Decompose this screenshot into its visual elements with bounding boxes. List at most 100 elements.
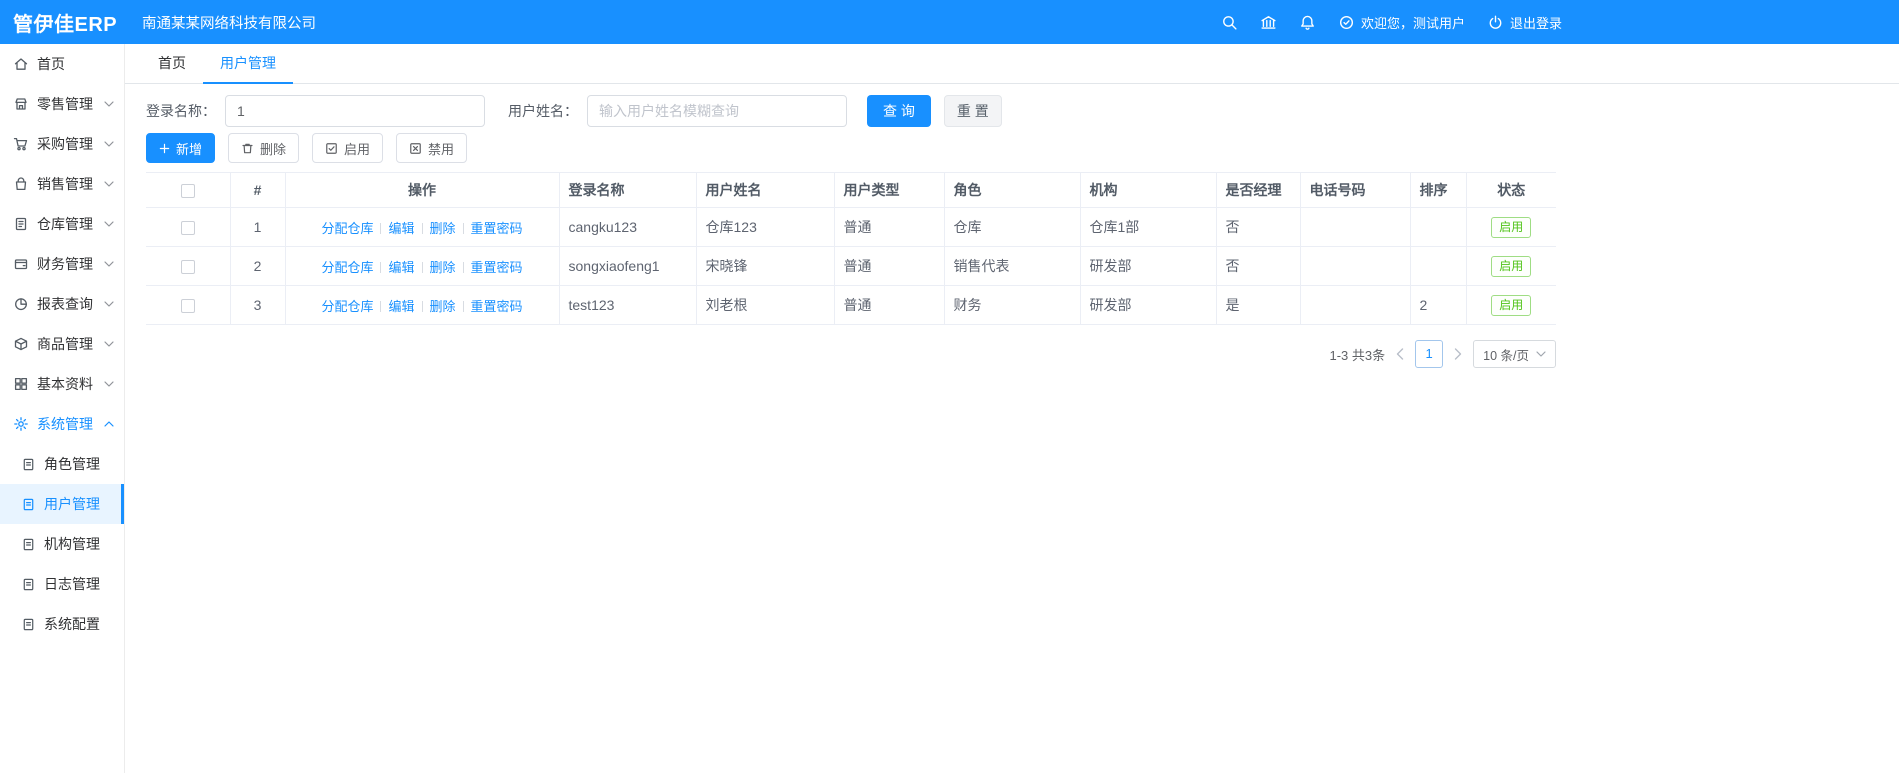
user-name-input[interactable] — [587, 95, 847, 127]
cell-org: 研发部 — [1080, 285, 1217, 325]
delete-link[interactable]: 删除 — [430, 299, 456, 314]
assign-warehouse-link[interactable]: 分配仓库 — [321, 299, 373, 314]
sidebar-item-retail-mgmt[interactable]: 零售管理 — [0, 84, 124, 124]
assign-warehouse-link[interactable]: 分配仓库 — [321, 221, 373, 236]
cell-sort — [1410, 246, 1467, 286]
sidebar-item-sys-config[interactable]: 系统配置 — [0, 604, 124, 644]
welcome-user[interactable]: 欢迎您，测试用户 — [1338, 13, 1465, 32]
filter-bar: 登录名称： 用户姓名： 查 询 重 置 — [146, 95, 1577, 127]
prev-page-icon[interactable] — [1396, 348, 1404, 360]
tab-user-mgmt[interactable]: 用户管理 — [203, 44, 293, 84]
cell-phone — [1300, 246, 1411, 286]
logout-button[interactable]: 退出登录 — [1487, 13, 1562, 32]
doc-icon — [23, 578, 34, 590]
cell-phone — [1300, 285, 1411, 325]
sidebar-item-sales-mgmt[interactable]: 销售管理 — [0, 164, 124, 204]
topbar-actions: 欢迎您，测试用户 退出登录 — [1221, 0, 1562, 44]
sidebar-item-finance-mgmt[interactable]: 财务管理 — [0, 244, 124, 284]
table-header-row: # 操作 登录名称 用户姓名 用户类型 角色 机构 是否经理 电话号码 排序 状… — [146, 172, 1556, 208]
sidebar-item-user-mgmt[interactable]: 用户管理 — [0, 484, 124, 524]
search-button[interactable]: 查 询 — [867, 95, 931, 127]
row-checkbox[interactable] — [180, 221, 195, 236]
cell-org: 研发部 — [1080, 246, 1217, 286]
disable-button[interactable]: 禁用 — [396, 133, 468, 163]
pagination: 1-3 共3条 1 10 条/页 — [146, 340, 1556, 368]
sidebar-item-label: 系统配置 — [44, 616, 100, 632]
home-icon — [14, 58, 28, 70]
table-row: 3 分配仓库 编辑 删除 重置密码 test123 刘老根 普通 财务 研发部 是 2… — [146, 285, 1556, 325]
chevron-up-icon — [104, 421, 114, 427]
sidebar-item-role-mgmt[interactable]: 角色管理 — [0, 444, 124, 484]
reset-button[interactable]: 重 置 — [943, 95, 1002, 127]
enable-button-label: 启用 — [344, 141, 371, 157]
reset-password-link[interactable]: 重置密码 — [471, 299, 523, 314]
chevron-down-icon — [104, 341, 114, 347]
edit-link[interactable]: 编辑 — [388, 260, 414, 275]
page-size-select[interactable]: 10 条/页 — [1473, 340, 1556, 368]
cell-is-manager: 否 — [1216, 246, 1301, 286]
sidebar-item-log-mgmt[interactable]: 日志管理 — [0, 564, 124, 604]
sidebar-item-purchase-mgmt[interactable]: 采购管理 — [0, 124, 124, 164]
add-button[interactable]: 新增 — [146, 133, 216, 163]
search-icon[interactable] — [1221, 14, 1238, 31]
sidebar-item-goods-mgmt[interactable]: 商品管理 — [0, 324, 124, 364]
reset-password-link[interactable]: 重置密码 — [471, 221, 523, 236]
trash-icon — [242, 143, 253, 153]
cell-is-manager: 是 — [1216, 285, 1301, 325]
doc-icon — [23, 458, 34, 470]
sidebar-item-system-mgmt[interactable]: 系统管理 — [0, 404, 124, 444]
x-square-icon — [410, 142, 421, 154]
page-number[interactable]: 1 — [1415, 340, 1444, 368]
topbar: 管伊佳ERP 南通某某网络科技有限公司 欢迎您，测试用户 退出登录 — [0, 0, 1899, 44]
header-login-name: 登录名称 — [559, 172, 697, 208]
reset-password-link[interactable]: 重置密码 — [471, 260, 523, 275]
cell-login-name: songxiaofeng1 — [559, 246, 697, 286]
edit-link[interactable]: 编辑 — [388, 299, 414, 314]
header-index: # — [230, 172, 286, 208]
add-button-label: 新增 — [176, 141, 203, 157]
sidebar-item-base-data[interactable]: 基本资料 — [0, 364, 124, 404]
tab-home[interactable]: 首页 — [141, 44, 203, 84]
page-content: 登录名称： 用户姓名： 查 询 重 置 新增 删除 启用 — [125, 84, 1577, 368]
row-checkbox[interactable] — [180, 299, 195, 314]
tabbar: 首页 用户管理 — [125, 44, 1899, 84]
edit-link[interactable]: 编辑 — [388, 221, 414, 236]
check-square-icon — [326, 142, 337, 154]
next-page-icon[interactable] — [1454, 348, 1462, 360]
sidebar-item-home[interactable]: 首页 — [0, 44, 124, 84]
delete-link[interactable]: 删除 — [430, 260, 456, 275]
chevron-down-icon — [1536, 351, 1546, 357]
page-size-value: 10 条/页 — [1483, 348, 1529, 363]
chevron-down-icon — [104, 381, 114, 387]
select-all-checkbox[interactable] — [180, 184, 195, 199]
login-name-input[interactable] — [225, 95, 485, 127]
sidebar-item-label: 角色管理 — [44, 456, 100, 472]
sidebar-item-label: 零售管理 — [37, 96, 93, 112]
delete-button[interactable]: 删除 — [228, 133, 300, 163]
delete-link[interactable]: 删除 — [430, 221, 456, 236]
cell-sort — [1410, 207, 1467, 247]
row-checkbox[interactable] — [180, 260, 195, 275]
action-divider — [380, 222, 382, 234]
gear-icon — [14, 417, 28, 431]
sidebar-item-label: 仓库管理 — [37, 216, 93, 232]
home-nav-icon[interactable] — [1260, 14, 1277, 31]
bell-icon[interactable] — [1299, 14, 1316, 31]
cell-user-type: 普通 — [834, 246, 945, 286]
action-divider — [462, 222, 464, 234]
cart-icon — [13, 137, 28, 151]
cell-role: 销售代表 — [944, 246, 1081, 286]
chevron-down-icon — [104, 181, 114, 187]
user-table: # 操作 登录名称 用户姓名 用户类型 角色 机构 是否经理 电话号码 排序 状… — [146, 172, 1556, 325]
sidebar-item-report-query[interactable]: 报表查询 — [0, 284, 124, 324]
assign-warehouse-link[interactable]: 分配仓库 — [321, 260, 373, 275]
header-role: 角色 — [944, 172, 1081, 208]
cell-actions: 分配仓库 编辑 删除 重置密码 — [285, 207, 560, 247]
table-row: 1 分配仓库 编辑 删除 重置密码 cangku123 仓库123 普通 仓库 仓库1… — [146, 207, 1556, 247]
action-divider — [421, 300, 423, 312]
action-divider — [421, 222, 423, 234]
sidebar-item-org-mgmt[interactable]: 机构管理 — [0, 524, 124, 564]
enable-button[interactable]: 启用 — [312, 133, 384, 163]
sidebar-item-warehouse-mgmt[interactable]: 仓库管理 — [0, 204, 124, 244]
chevron-down-icon — [104, 301, 114, 307]
